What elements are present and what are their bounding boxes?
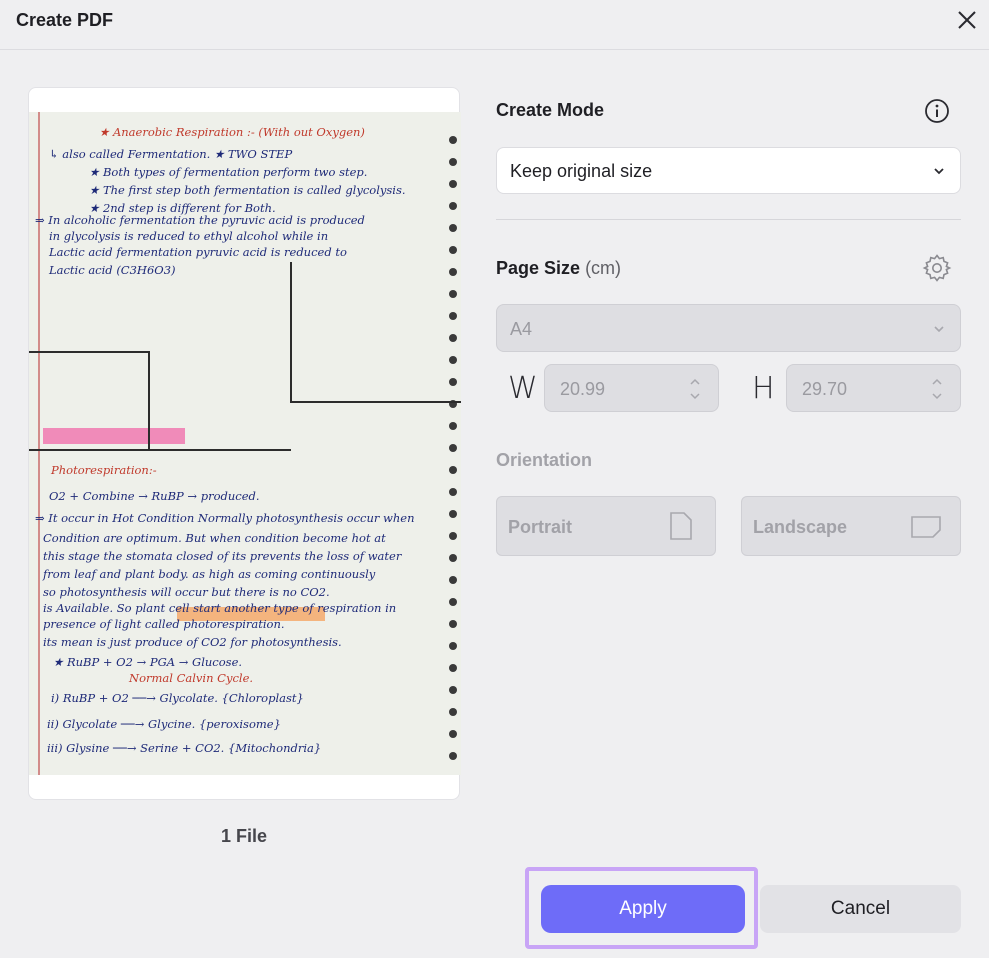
spiral-hole — [449, 158, 457, 166]
width-stepper[interactable]: 20.99 — [544, 364, 719, 412]
spiral-hole — [449, 510, 457, 518]
note-line: presence of light called photorespiratio… — [43, 617, 285, 631]
apply-button[interactable]: Apply — [541, 885, 745, 933]
page-size-label: Page Size (cm) — [496, 258, 621, 279]
chevron-down-icon — [934, 168, 944, 175]
note-line: Normal Calvin Cycle. — [128, 671, 253, 685]
note-line: is Available. So plant cell start anothe… — [43, 601, 396, 615]
close-icon — [958, 11, 976, 29]
note-line: O2 + Combine → RuBP → produced. — [49, 489, 260, 503]
note-line: Lactic acid fermentation pyruvic acid is… — [48, 245, 347, 259]
portrait-label: Portrait — [508, 517, 573, 537]
info-button[interactable] — [924, 98, 950, 124]
page-size-dropdown[interactable]: A4 — [496, 304, 961, 352]
spiral-hole — [449, 686, 457, 694]
spiral-hole — [449, 576, 457, 584]
spiral-hole — [449, 642, 457, 650]
spiral-hole — [449, 708, 457, 716]
spiral-hole — [449, 202, 457, 210]
width-value: 20.99 — [560, 379, 606, 399]
note-line: ★ Anaerobic Respiration :- (With out Oxy… — [99, 125, 365, 139]
spiral-hole — [449, 290, 457, 298]
spiral-hole — [449, 532, 457, 540]
cancel-button[interactable]: Cancel — [760, 885, 961, 933]
note-line: ↳ also called Fermentation. ★ TWO STEP — [49, 147, 292, 161]
file-count-label: 1 File — [220, 826, 268, 846]
width-label: W — [508, 371, 538, 406]
info-icon — [925, 99, 949, 123]
note-line: ★ The first step both fermentation is ca… — [89, 183, 406, 197]
note-line: ii) Glycolate ──→ Glycine. {peroxisome} — [47, 717, 281, 731]
spiral-hole — [449, 730, 457, 738]
gear-icon — [922, 254, 952, 282]
note-line: this stage the stomata closed of its pre… — [43, 549, 403, 563]
spiral-hole — [449, 378, 457, 386]
portrait-page-icon — [670, 512, 692, 540]
create-mode-dropdown[interactable]: Keep original size — [496, 147, 961, 194]
close-button[interactable] — [954, 7, 980, 33]
note-line: ★ RuBP + O2 → PGA → Glucose. — [53, 655, 242, 669]
spiral-hole — [449, 444, 457, 452]
section-divider — [496, 219, 961, 220]
spiral-hole — [449, 664, 457, 672]
note-line: in glycolysis is reduced to ethyl alcoho… — [49, 229, 328, 243]
note-line: Lactic acid (C3H6O3) — [48, 263, 176, 277]
note-line: ⇒ In alcoholic fermentation the pyruvic … — [35, 213, 365, 227]
create-mode-label: Create Mode — [496, 100, 605, 120]
note-line: so photosynthesis will occur but there i… — [43, 585, 330, 599]
note-line: ⇒ It occur in Hot Condition Normally pho… — [35, 511, 415, 525]
page-size-value: A4 — [510, 319, 533, 339]
page-thumbnail: ★ Anaerobic Respiration :- (With out Oxy… — [29, 112, 461, 775]
spiral-hole — [449, 466, 457, 474]
file-preview-card[interactable]: ★ Anaerobic Respiration :- (With out Oxy… — [28, 87, 461, 800]
spiral-hole — [449, 180, 457, 188]
page-size-settings-button[interactable] — [922, 253, 952, 283]
note-line: iii) Glysine ──→ Serine + CO2. {Mitochon… — [47, 741, 321, 755]
landscape-label: Landscape — [753, 517, 848, 537]
landscape-button[interactable]: Landscape — [741, 496, 961, 556]
spiral-hole — [449, 356, 457, 364]
note-line: its mean is just produce of CO2 for phot… — [43, 635, 342, 649]
spiral-hole — [449, 224, 457, 232]
page-size-unit: (cm) — [585, 258, 622, 278]
chevron-down-icon — [934, 326, 944, 333]
dialog-title: Create PDF — [16, 10, 114, 30]
spiral-hole — [449, 136, 457, 144]
height-stepper[interactable]: 29.70 — [786, 364, 961, 412]
landscape-page-icon — [911, 516, 941, 538]
spiral-hole — [449, 246, 457, 254]
portrait-button[interactable]: Portrait — [496, 496, 716, 556]
spiral-hole — [449, 554, 457, 562]
create-mode-value: Keep original size — [510, 161, 653, 181]
title-bar: Create PDF — [0, 0, 989, 50]
spiral-hole — [449, 488, 457, 496]
orientation-label: Orientation — [496, 450, 593, 470]
stepper-arrows-icon — [932, 378, 942, 400]
spiral-hole — [449, 334, 457, 342]
height-label: H — [752, 371, 775, 406]
spiral-hole — [449, 752, 457, 760]
spiral-hole — [449, 312, 457, 320]
spiral-hole — [449, 268, 457, 276]
height-value: 29.70 — [802, 379, 848, 399]
spiral-hole — [449, 598, 457, 606]
note-line: Photorespiration:- — [50, 463, 157, 477]
handwritten-notes-image: ★ Anaerobic Respiration :- (With out Oxy… — [29, 112, 461, 775]
note-line: from leaf and plant body. as high as com… — [42, 567, 376, 581]
page-size-title: Page Size — [496, 258, 581, 278]
spiral-hole — [449, 620, 457, 628]
note-line: Condition are optimum. But when conditio… — [43, 531, 386, 545]
note-line: ★ Both types of fermentation perform two… — [89, 165, 367, 179]
spiral-hole — [449, 422, 457, 430]
note-line: i) RuBP + O2 ──→ Glycolate. {Chloroplast… — [51, 691, 304, 705]
stepper-arrows-icon — [690, 378, 700, 400]
